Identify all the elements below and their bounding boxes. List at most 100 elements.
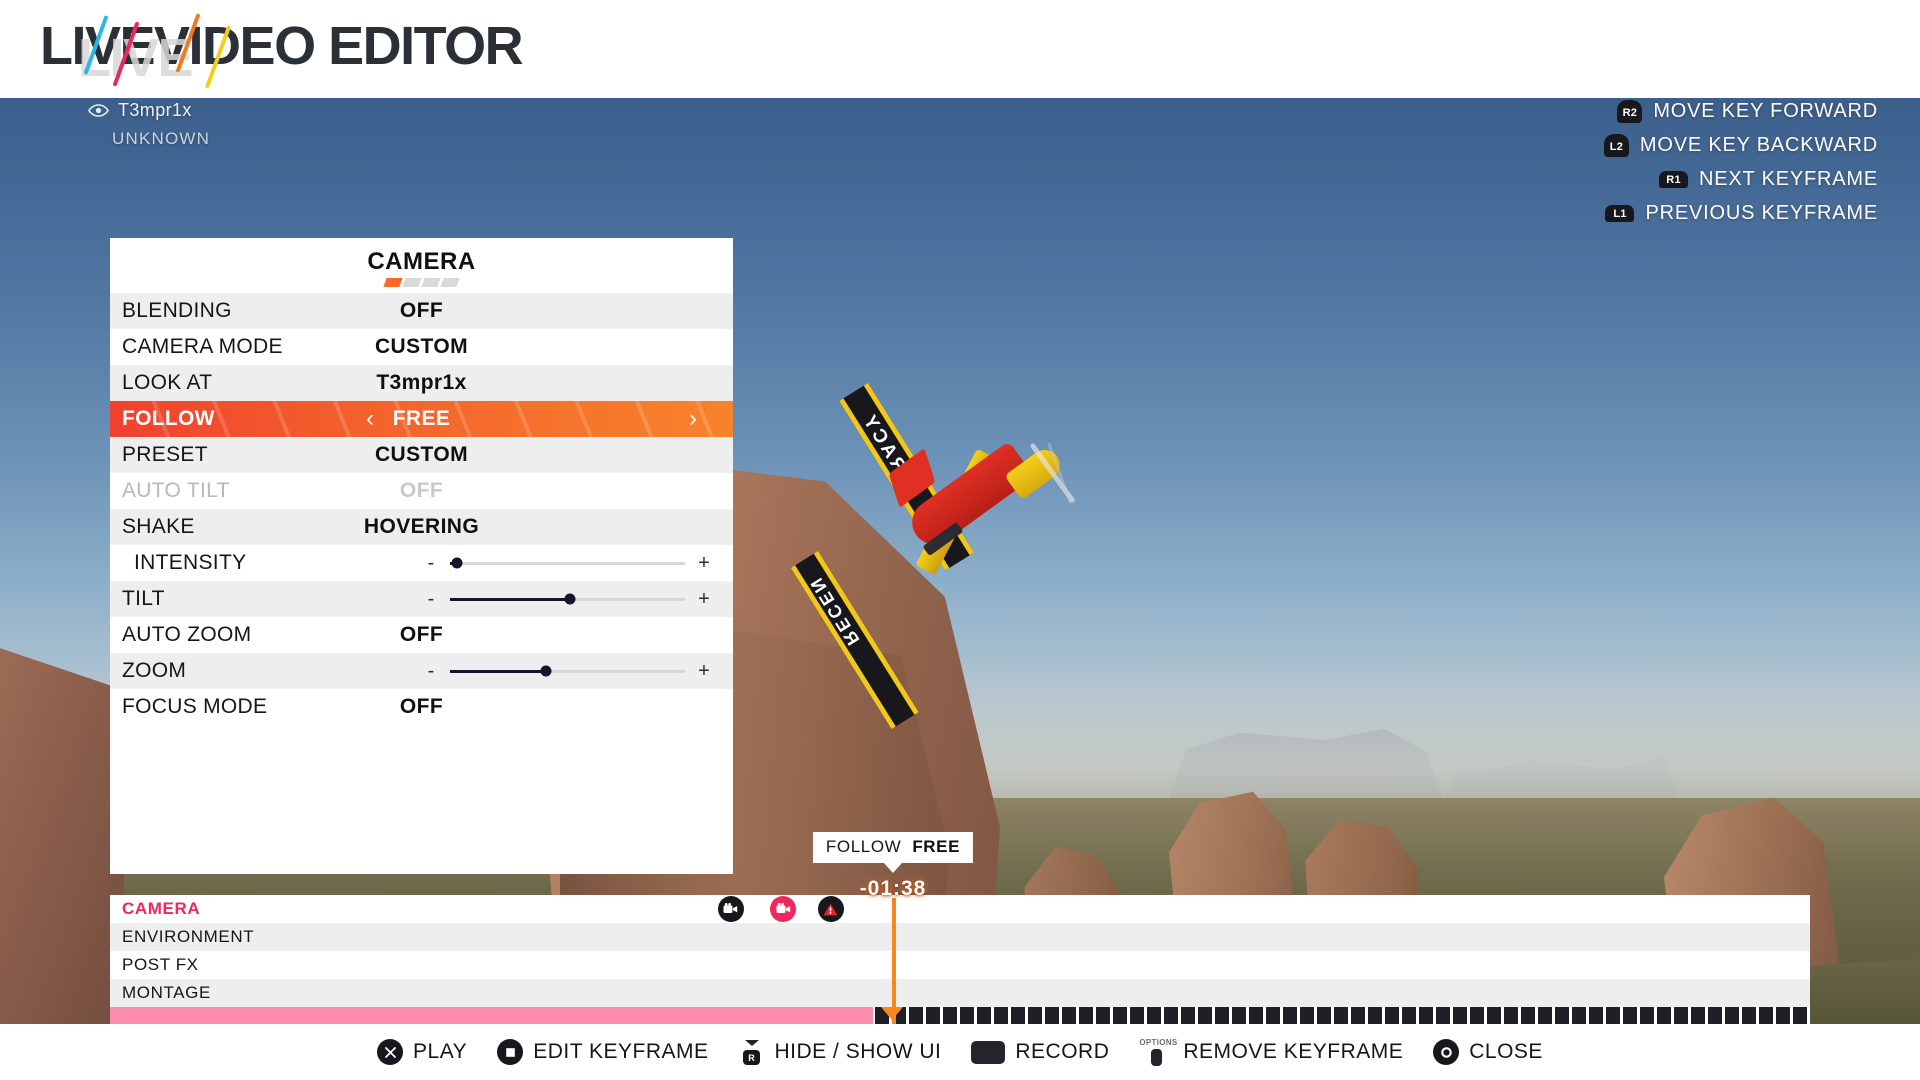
settings-row-tilt[interactable]: TILT - + bbox=[110, 581, 733, 617]
keyframe-marker-camera[interactable] bbox=[717, 896, 744, 922]
settings-row-auto-zoom[interactable]: AUTO ZOOM OFF bbox=[110, 617, 733, 653]
action-label: CLOSE bbox=[1469, 1040, 1543, 1063]
slider-track[interactable] bbox=[450, 665, 685, 677]
slider-increment-button[interactable]: + bbox=[693, 588, 715, 611]
ps-square-icon bbox=[497, 1039, 524, 1065]
airplane-subject: ERACY RECEN bbox=[790, 383, 1120, 730]
panel-header: CAMERA bbox=[110, 238, 733, 293]
hint-next-keyframe: R1 NEXT KEYFRAME bbox=[1659, 166, 1878, 193]
ps-circle-icon bbox=[1433, 1039, 1460, 1065]
settings-row-intensity[interactable]: INTENSITY - + bbox=[110, 545, 733, 581]
target-name: T3mpr1x bbox=[118, 99, 192, 120]
action-play[interactable]: PLAY bbox=[377, 1039, 467, 1065]
timeline-track-label: MONTAGE bbox=[122, 983, 211, 1002]
timecode-readout: -01:38 bbox=[859, 877, 927, 900]
options-caption: OPTIONS bbox=[1139, 1038, 1178, 1047]
settings-row-shake[interactable]: SHAKE HOVERING bbox=[110, 509, 733, 545]
camera-icon bbox=[723, 903, 738, 915]
playhead-line[interactable] bbox=[892, 898, 896, 1025]
slider-handle[interactable] bbox=[451, 557, 463, 569]
logo-ghost-text: LIVE bbox=[78, 28, 194, 88]
target-status: UNKNOWN bbox=[112, 129, 211, 148]
slider-fill bbox=[450, 669, 547, 673]
keyframe-marker-camera[interactable] bbox=[770, 896, 797, 922]
timeline-track-montage[interactable]: MONTAGE bbox=[110, 979, 1810, 1007]
action-record[interactable]: RECORD bbox=[971, 1040, 1109, 1064]
chevron-left-icon[interactable]: ‹ bbox=[366, 401, 374, 437]
page-indicator-segment-0 bbox=[383, 278, 403, 287]
chevron-right-icon[interactable]: › bbox=[689, 401, 697, 437]
action-close[interactable]: CLOSE bbox=[1433, 1039, 1543, 1065]
ps-touchpad-icon bbox=[971, 1040, 1006, 1064]
hint-label: NEXT KEYFRAME bbox=[1699, 168, 1878, 190]
settings-row-label: AUTO TILT bbox=[122, 479, 230, 502]
slider-decrement-button[interactable]: - bbox=[420, 552, 442, 575]
settings-row-zoom[interactable]: ZOOM - + bbox=[110, 653, 733, 689]
action-label: PLAY bbox=[413, 1040, 468, 1063]
slider-track[interactable] bbox=[450, 557, 685, 569]
camera-icon bbox=[776, 903, 791, 915]
action-label: REMOVE KEYFRAME bbox=[1183, 1040, 1404, 1063]
settings-row-follow[interactable]: FOLLOW FREE ‹ › bbox=[110, 401, 733, 437]
action-label: RECORD bbox=[1015, 1040, 1110, 1063]
action-edit-keyframe[interactable]: EDIT KEYFRAME bbox=[497, 1039, 708, 1065]
target-line: T3mpr1x bbox=[88, 98, 210, 122]
slider-control[interactable]: - + bbox=[420, 581, 715, 617]
ps-r3-stick-icon: R bbox=[739, 1039, 765, 1065]
slider-handle[interactable] bbox=[564, 593, 576, 605]
keyframe-tooltip: FOLLOW FREE bbox=[812, 832, 974, 863]
settings-row-preset[interactable]: PRESET CUSTOM bbox=[110, 437, 733, 473]
settings-row-camera-mode[interactable]: CAMERA MODE CUSTOM bbox=[110, 329, 733, 365]
timeline-track-environment[interactable]: ENVIRONMENT bbox=[110, 923, 1810, 951]
settings-row-auto-tilt: AUTO TILT OFF bbox=[110, 473, 733, 509]
hint-label: MOVE KEY BACKWARD bbox=[1639, 134, 1878, 156]
slider-handle[interactable] bbox=[540, 665, 552, 677]
timeline-track-label: ENVIRONMENT bbox=[122, 927, 255, 946]
action-button-bar[interactable]: PLAY EDIT KEYFRAME R HIDE / SHOW UI RECORD OP… bbox=[0, 1024, 1920, 1080]
settings-row-blending[interactable]: BLENDING OFF bbox=[110, 293, 733, 329]
action-hide-show-ui[interactable]: R HIDE / SHOW UI bbox=[739, 1039, 942, 1065]
slider-control[interactable]: - + bbox=[420, 545, 715, 581]
settings-row-label: ZOOM bbox=[122, 659, 187, 682]
action-label: EDIT KEYFRAME bbox=[533, 1040, 709, 1063]
timeline-panel[interactable]: CAMERA ENVIRONMENT POST FX MONTAGE bbox=[110, 895, 1810, 1029]
slider-track[interactable] bbox=[450, 593, 685, 605]
settings-row-label: BLENDING bbox=[122, 299, 232, 322]
target-hud: T3mpr1x UNKNOWN bbox=[88, 98, 210, 149]
timeline-track-list[interactable]: CAMERA ENVIRONMENT POST FX MONTAGE bbox=[110, 895, 1810, 1007]
settings-row-label: LOOK AT bbox=[122, 371, 213, 394]
settings-row-look-at[interactable]: LOOK AT T3mpr1x bbox=[110, 365, 733, 401]
slider-increment-button[interactable]: + bbox=[693, 660, 715, 683]
slider-fill bbox=[450, 597, 570, 601]
settings-row-focus-mode[interactable]: FOCUS MODE OFF bbox=[110, 689, 733, 725]
keyframe-hints: R2 MOVE KEY FORWARD L2 MOVE KEY BACKWARD… bbox=[1603, 98, 1878, 227]
settings-row-label: CAMERA MODE bbox=[122, 335, 283, 358]
tooltip-property-value: FREE bbox=[912, 837, 961, 856]
settings-row-label: INTENSITY bbox=[134, 551, 247, 574]
timeline-track-camera[interactable]: CAMERA bbox=[110, 895, 1810, 923]
page-indicator-segment-2 bbox=[421, 278, 441, 287]
slider-decrement-button[interactable]: - bbox=[420, 660, 442, 683]
keyframe-marker-warning[interactable] bbox=[817, 896, 844, 922]
panel-title: CAMERA bbox=[367, 248, 476, 275]
r3-stem bbox=[744, 1040, 759, 1046]
panel-page-indicator bbox=[110, 278, 733, 287]
slider-decrement-button[interactable]: - bbox=[420, 588, 442, 611]
timeline-track-label: CAMERA bbox=[122, 899, 201, 918]
ps-cross-icon bbox=[377, 1039, 404, 1065]
settings-row-label: FOLLOW bbox=[122, 407, 215, 430]
timeline-track-post-fx[interactable]: POST FX bbox=[110, 951, 1810, 979]
slider-control[interactable]: - + bbox=[420, 653, 715, 689]
logo-videoeditor-text: VIDEO EDITOR bbox=[154, 16, 524, 76]
action-label: HIDE / SHOW UI bbox=[774, 1040, 942, 1063]
app-header: LIVE LIVEVIDEO EDITOR bbox=[0, 0, 1920, 98]
settings-row-list[interactable]: BLENDING OFF CAMERA MODE CUSTOM LOOK AT T3mpr… bbox=[110, 293, 733, 725]
camera-settings-panel[interactable]: CAMERA BLENDING OFF CAMERA MODE CUSTOM LOOK … bbox=[110, 238, 733, 874]
action-remove-keyframe[interactable]: OPTIONS REMOVE KEYFRAME bbox=[1139, 1038, 1403, 1066]
settings-row-label: FOCUS MODE bbox=[122, 695, 268, 718]
slider-increment-button[interactable]: + bbox=[693, 552, 715, 575]
settings-row-label: SHAKE bbox=[122, 515, 195, 538]
eye-icon bbox=[88, 103, 109, 117]
settings-row-label: AUTO ZOOM bbox=[122, 623, 252, 646]
options-pill bbox=[1150, 1049, 1162, 1066]
